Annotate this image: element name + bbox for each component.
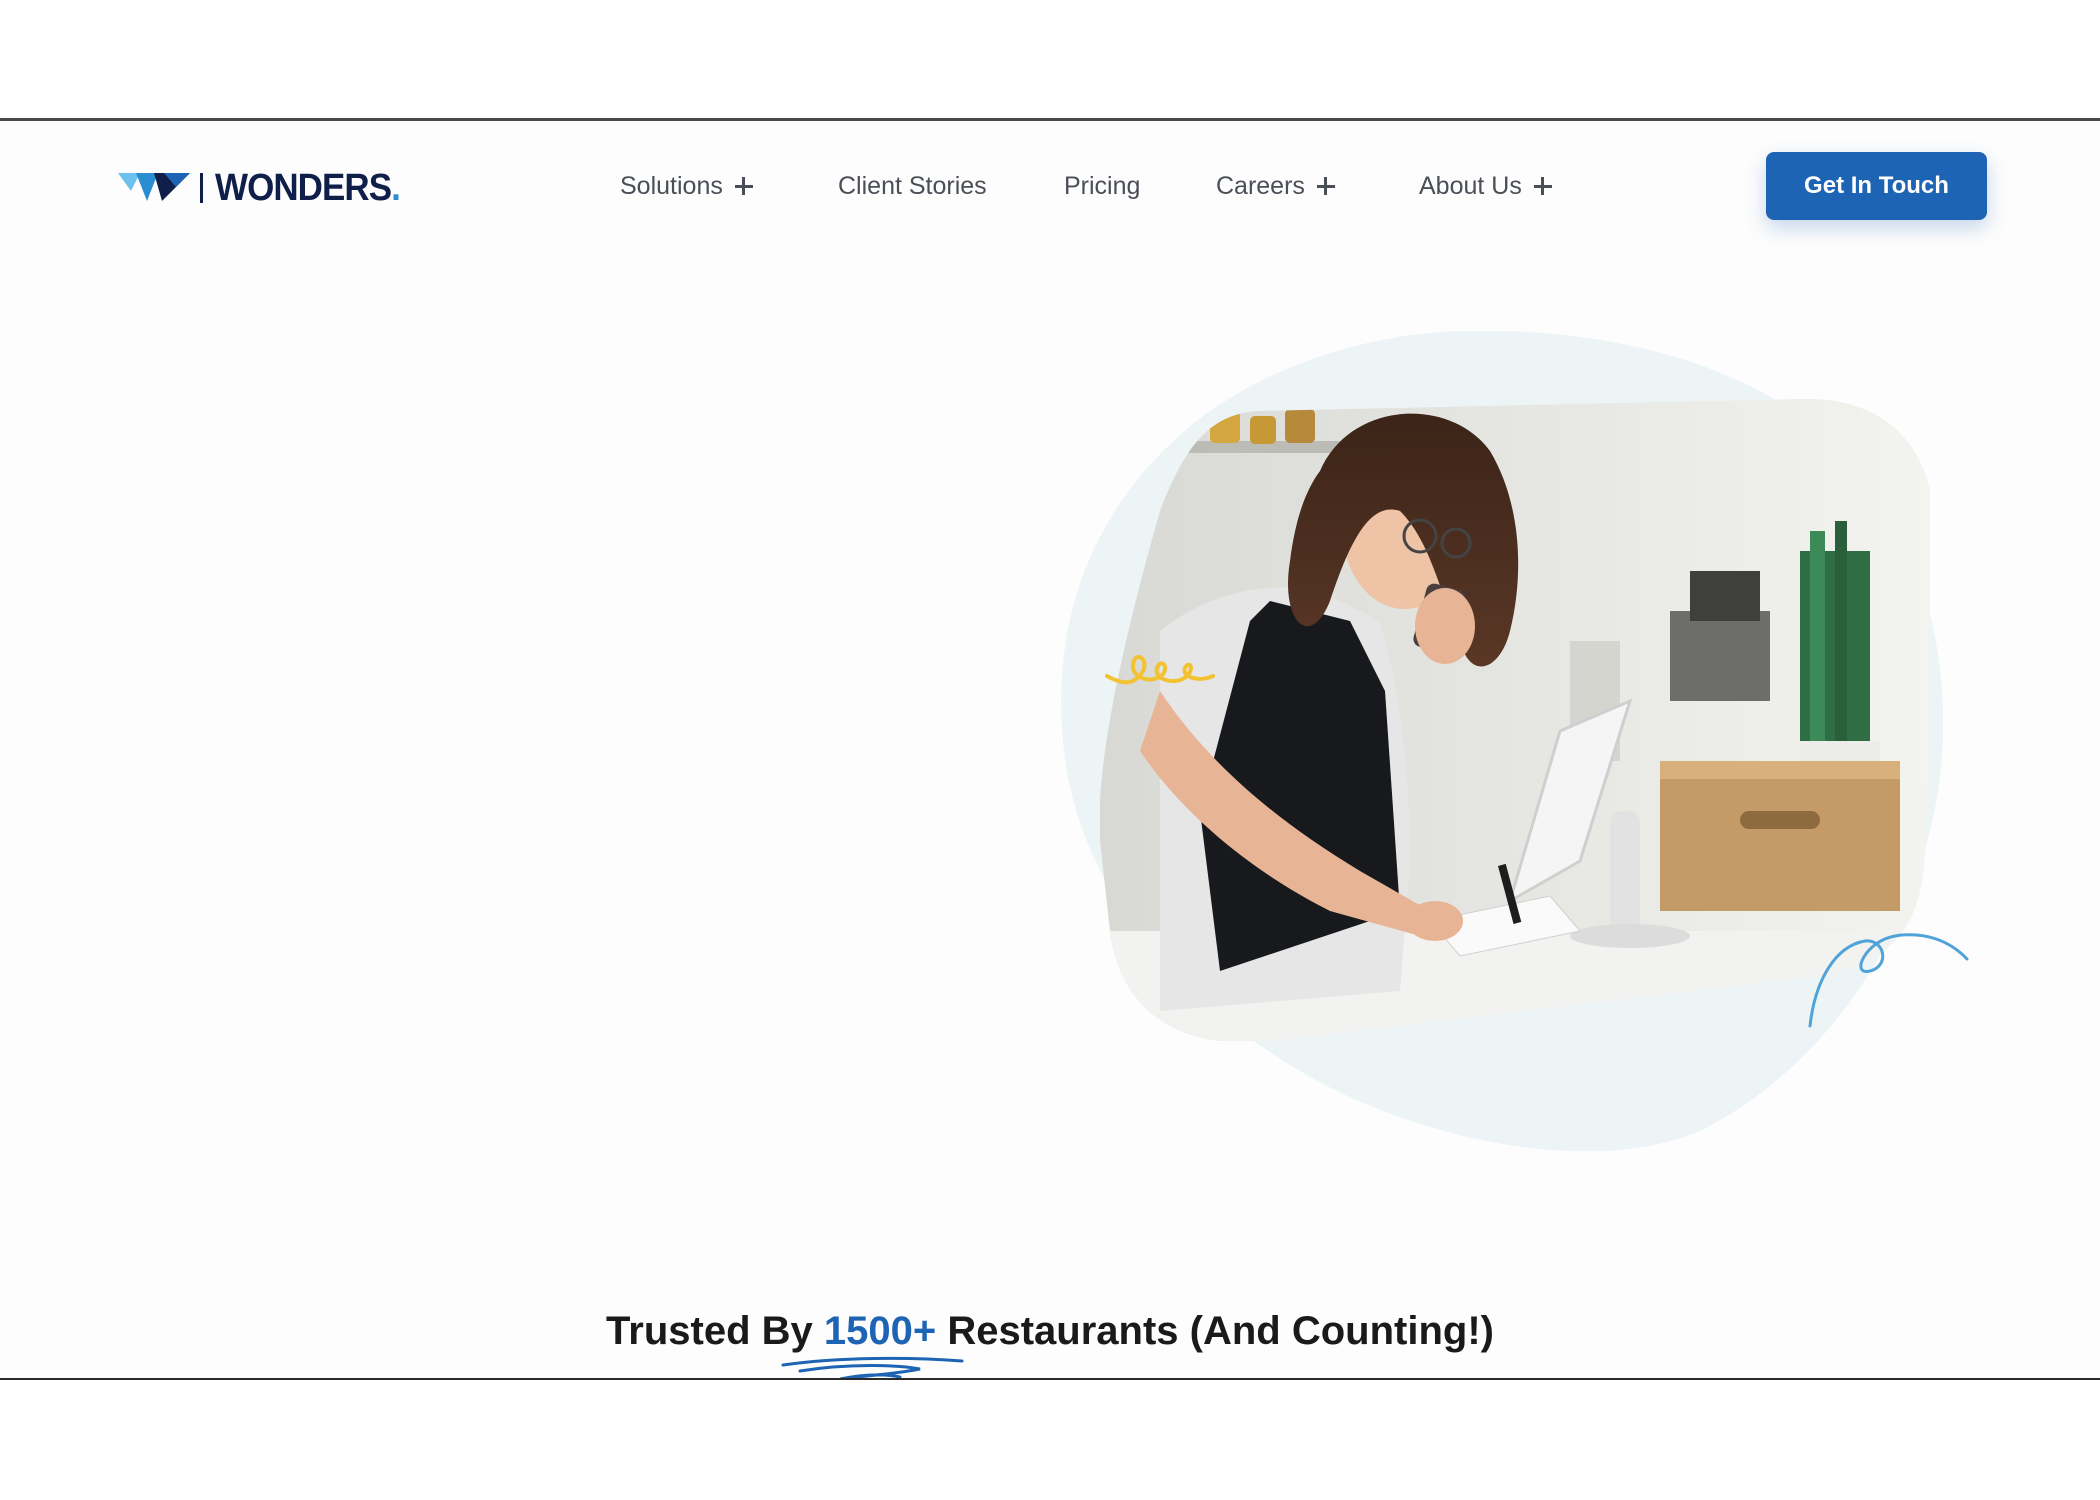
bottom-divider-line <box>0 1378 2100 1380</box>
nav-item-pricing[interactable]: Pricing <box>1064 161 1140 211</box>
nav-item-about-us[interactable]: About Us <box>1419 161 1552 211</box>
nav-item-label: Client Stories <box>838 171 987 200</box>
nav-item-solutions[interactable]: Solutions <box>620 161 753 211</box>
trusted-suffix: Restaurants (And Counting!) <box>947 1309 1494 1353</box>
yellow-squiggle-decoration <box>1105 655 1215 685</box>
page: WONDERS. Solutions Client Stories Pricin… <box>0 0 2100 1500</box>
nav-item-label: Pricing <box>1064 171 1141 200</box>
scribble-underline-decoration <box>781 1356 964 1378</box>
restaurant-count-highlight: 1500+ <box>823 1309 937 1353</box>
plus-icon <box>1316 177 1335 195</box>
website-viewport: WONDERS. Solutions Client Stories Pricin… <box>0 121 2100 1378</box>
nav-item-client-stories[interactable]: Client Stories <box>838 161 987 211</box>
plus-icon <box>734 177 753 195</box>
trusted-by-heading: Trusted By 1500+ Restaurants (And Counti… <box>0 1309 2100 1354</box>
trusted-prefix: Trusted By <box>606 1309 813 1353</box>
nav-item-careers[interactable]: Careers <box>1216 161 1335 211</box>
blue-squiggle-decoration <box>1808 933 1969 1028</box>
get-in-touch-button[interactable]: Get In Touch <box>1766 152 1987 220</box>
nav-item-label: Careers <box>1216 171 1305 200</box>
plus-icon <box>1533 177 1552 195</box>
nav-item-label: Solutions <box>620 171 723 200</box>
nav-item-label: About Us <box>1419 171 1522 200</box>
